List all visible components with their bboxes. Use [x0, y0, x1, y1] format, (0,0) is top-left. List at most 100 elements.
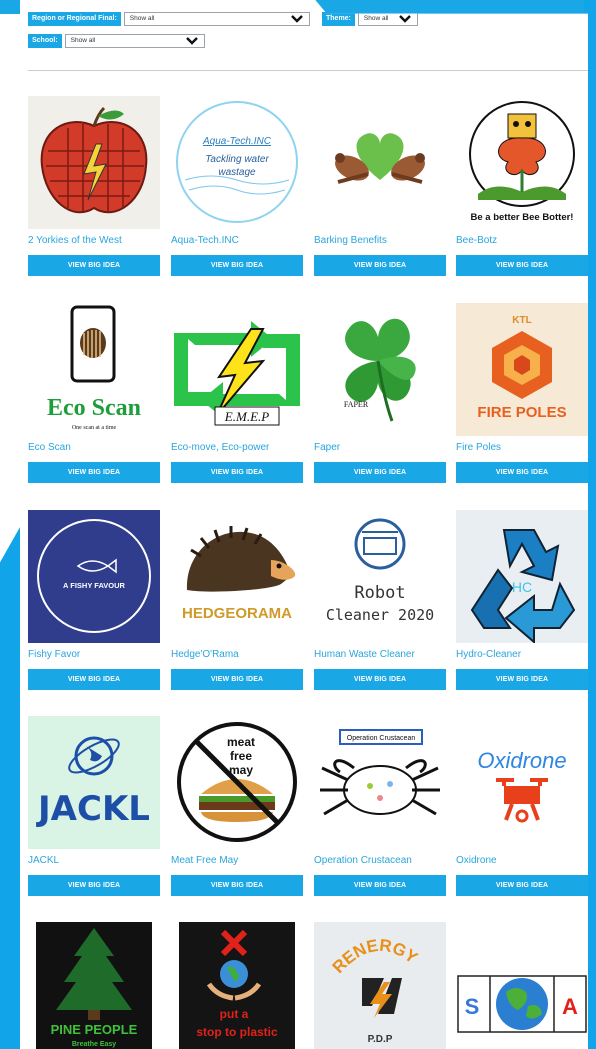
view-big-idea-button[interactable]: VIEW BIG IDEA: [171, 875, 303, 896]
svg-text:wastage: wastage: [218, 167, 256, 178]
divider: [28, 70, 588, 71]
view-big-idea-button[interactable]: VIEW BIG IDEA: [28, 669, 160, 690]
idea-card: Be a better Bee Botter! Bee-Botz VIEW BI…: [456, 96, 588, 276]
view-big-idea-button[interactable]: VIEW BIG IDEA: [314, 875, 446, 896]
svg-text:A FISHY FAVOUR: A FISHY FAVOUR: [63, 581, 126, 590]
view-big-idea-button[interactable]: VIEW BIG IDEA: [456, 255, 588, 276]
svg-text:Tackling water: Tackling water: [205, 154, 269, 165]
fish-circle-logo-icon[interactable]: A FISHY FAVOUR: [28, 510, 160, 643]
svg-text:Breathe Easy: Breathe Easy: [72, 1041, 116, 1048]
school-filter: School: Show all: [28, 34, 205, 48]
clover-logo-icon[interactable]: FAPER: [314, 303, 446, 436]
theme-select[interactable]: Show all: [357, 12, 418, 26]
svg-text:P.D.P: P.D.P: [368, 1034, 393, 1045]
robot-cleaner-logo-icon[interactable]: Robot Cleaner 2020: [314, 510, 446, 643]
renergy-logo-icon[interactable]: RENERGY P.D.P: [314, 922, 446, 1049]
idea-title[interactable]: Hydro-Cleaner: [456, 649, 588, 663]
svg-text:KTL: KTL: [512, 315, 531, 326]
idea-card: FAPER Faper VIEW BIG IDEA: [314, 303, 446, 483]
idea-title[interactable]: Faper: [314, 442, 446, 456]
hedgehog-logo-icon[interactable]: HEDGEORAMA: [171, 510, 303, 643]
idea-card: JACKL JACKL VIEW BIG IDEA: [28, 716, 160, 896]
theme-filter-label: Theme:: [322, 12, 355, 26]
globe-jackl-logo-icon[interactable]: JACKL: [28, 716, 160, 849]
no-burger-logo-icon[interactable]: meat free may: [171, 716, 303, 849]
chevron-down-icon: [290, 15, 303, 23]
pine-tree-logo-icon[interactable]: PINE PEOPLE Breathe Easy: [28, 922, 160, 1049]
recycle-water-logo-icon[interactable]: HC: [456, 510, 588, 643]
svg-text:free: free: [230, 749, 252, 763]
hexagon-cube-logo-icon[interactable]: KTL FIRE POLES: [456, 303, 588, 436]
view-big-idea-button[interactable]: VIEW BIG IDEA: [171, 669, 303, 690]
idea-title[interactable]: Barking Benefits: [314, 235, 446, 249]
svg-text:put a: put a: [220, 1007, 249, 1021]
idea-card: Oxidrone Oxidrone VIEW BIG IDEA: [456, 716, 588, 896]
svg-text:HEDGEORAMA: HEDGEORAMA: [182, 605, 292, 622]
idea-title[interactable]: Operation Crustacean: [314, 855, 446, 869]
idea-title[interactable]: 2 Yorkies of the West: [28, 235, 160, 249]
idea-card: PINE PEOPLE Breathe Easy: [28, 922, 160, 1049]
idea-title[interactable]: Meat Free May: [171, 855, 303, 869]
puzzle-globe-logo-icon[interactable]: S A: [456, 922, 588, 1049]
idea-title[interactable]: Aqua-Tech.INC: [171, 235, 303, 249]
idea-card: HEDGEORAMA Hedge'O'Rama VIEW BIG IDEA: [171, 510, 303, 690]
svg-text:FAPER: FAPER: [344, 400, 369, 409]
phone-barcode-logo-icon[interactable]: Eco Scan One scan at a time: [28, 303, 160, 436]
chevron-down-icon: [185, 37, 198, 45]
svg-text:JACKL: JACKL: [36, 789, 150, 829]
view-big-idea-button[interactable]: VIEW BIG IDEA: [456, 669, 588, 690]
idea-title[interactable]: JACKL: [28, 855, 160, 869]
view-big-idea-button[interactable]: VIEW BIG IDEA: [28, 462, 160, 483]
view-big-idea-button[interactable]: VIEW BIG IDEA: [456, 462, 588, 483]
idea-card: 2 Yorkies of the West VIEW BIG IDEA: [28, 96, 160, 276]
view-big-idea-button[interactable]: VIEW BIG IDEA: [314, 669, 446, 690]
view-big-idea-button[interactable]: VIEW BIG IDEA: [171, 462, 303, 483]
idea-card: S A: [456, 922, 588, 1049]
view-big-idea-button[interactable]: VIEW BIG IDEA: [314, 255, 446, 276]
school-select[interactable]: Show all: [64, 34, 205, 48]
apple-lightning-drawing-icon[interactable]: [28, 96, 160, 229]
idea-title[interactable]: Human Waste Cleaner: [314, 649, 446, 663]
svg-text:Cleaner 2020: Cleaner 2020: [326, 606, 434, 624]
chevron-down-icon: [399, 15, 411, 23]
idea-title[interactable]: Fire Poles: [456, 442, 588, 456]
idea-title[interactable]: Eco-move, Eco-power: [171, 442, 303, 456]
svg-text:E.M.E.P: E.M.E.P: [224, 409, 269, 424]
view-big-idea-button[interactable]: VIEW BIG IDEA: [28, 875, 160, 896]
svg-text:Operation Crustacean: Operation Crustacean: [347, 735, 416, 742]
svg-text:FIRE POLES: FIRE POLES: [477, 404, 566, 421]
svg-text:Aqua-Tech.INC: Aqua-Tech.INC: [202, 136, 272, 147]
idea-card: Barking Benefits VIEW BIG IDEA: [314, 96, 446, 276]
region-select-value: Show all: [129, 15, 155, 22]
svg-text:Eco Scan: Eco Scan: [47, 395, 141, 421]
idea-card: A FISHY FAVOUR Fishy Favor VIEW BIG IDEA: [28, 510, 160, 690]
idea-title[interactable]: Bee-Botz: [456, 235, 588, 249]
idea-title[interactable]: Eco Scan: [28, 442, 160, 456]
view-big-idea-button[interactable]: VIEW BIG IDEA: [456, 875, 588, 896]
idea-card: Aqua-Tech.INC Tackling water wastage Aqu…: [171, 96, 303, 276]
recycle-lightning-logo-icon[interactable]: E.M.E.P: [171, 303, 303, 436]
idea-card: HC Hydro-Cleaner VIEW BIG IDEA: [456, 510, 588, 690]
idea-card: Eco Scan One scan at a time Eco Scan VIE…: [28, 303, 160, 483]
idea-card: E.M.E.P Eco-move, Eco-power VIEW BIG IDE…: [171, 303, 303, 483]
aquatech-circle-logo-icon[interactable]: Aqua-Tech.INC Tackling water wastage: [171, 96, 303, 229]
view-big-idea-button[interactable]: VIEW BIG IDEA: [28, 255, 160, 276]
view-big-idea-button[interactable]: VIEW BIG IDEA: [314, 462, 446, 483]
view-big-idea-button[interactable]: VIEW BIG IDEA: [171, 255, 303, 276]
idea-card: Robot Cleaner 2020 Human Waste Cleaner V…: [314, 510, 446, 690]
drone-logo-icon[interactable]: Oxidrone: [456, 716, 588, 849]
idea-title[interactable]: Fishy Favor: [28, 649, 160, 663]
region-select[interactable]: Show all: [123, 12, 310, 26]
idea-card: Operation Crustacean Operation Crustacea…: [314, 716, 446, 896]
heart-hands-logo-icon[interactable]: [314, 96, 446, 229]
idea-title[interactable]: Hedge'O'Rama: [171, 649, 303, 663]
school-select-value: Show all: [70, 37, 96, 44]
earth-hands-logo-icon[interactable]: put a stop to plastic: [171, 922, 303, 1049]
crab-logo-icon[interactable]: Operation Crustacean: [314, 716, 446, 849]
svg-text:may: may: [229, 763, 253, 777]
svg-text:Be a better Bee Botter!: Be a better Bee Botter!: [471, 212, 574, 223]
idea-title[interactable]: Oxidrone: [456, 855, 588, 869]
theme-filter: Theme: Show all: [322, 12, 418, 26]
svg-text:PINE PEOPLE: PINE PEOPLE: [51, 1022, 138, 1037]
bee-robot-flower-logo-icon[interactable]: Be a better Bee Botter!: [456, 96, 588, 229]
